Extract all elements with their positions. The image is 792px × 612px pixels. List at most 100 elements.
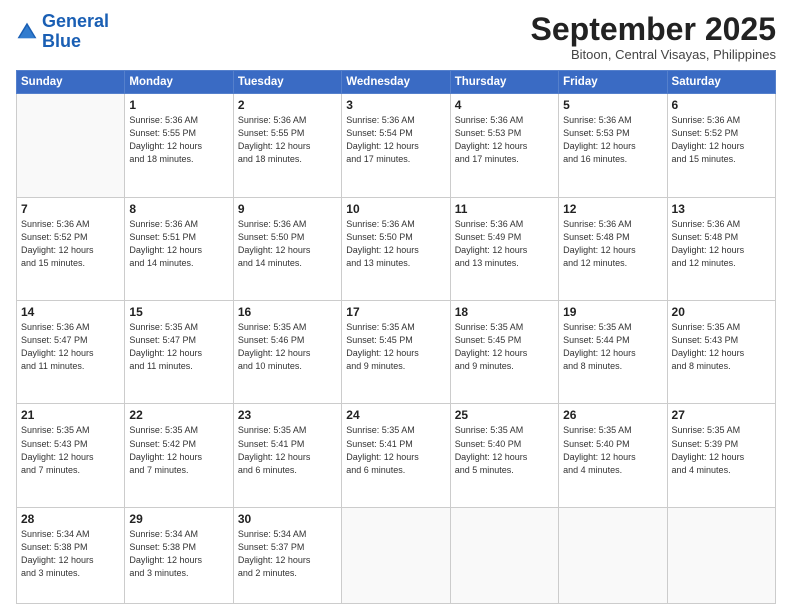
day-info: Sunrise: 5:36 AM Sunset: 5:53 PM Dayligh… <box>455 114 554 166</box>
calendar-week-2: 7Sunrise: 5:36 AM Sunset: 5:52 PM Daylig… <box>17 197 776 300</box>
calendar-cell: 3 Sunrise: 5:36 AM Sunset: 5:54 PM Daylig… <box>342 94 450 197</box>
logo-text: General Blue <box>42 12 109 52</box>
calendar-cell <box>450 507 558 603</box>
calendar-cell: 11Sunrise: 5:36 AM Sunset: 5:49 PM Dayli… <box>450 197 558 300</box>
logo-line2: Blue <box>42 31 81 51</box>
calendar-cell: 8 Sunrise: 5:36 AM Sunset: 5:51 PM Daylig… <box>125 197 233 300</box>
day-info: Sunrise: 5:34 AM Sunset: 5:38 PM Dayligh… <box>21 528 120 580</box>
day-info: Sunrise: 5:35 AM Sunset: 5:40 PM Dayligh… <box>455 424 554 476</box>
calendar-week-5: 28 Sunrise: 5:34 AM Sunset: 5:38 PM Dayli… <box>17 507 776 603</box>
day-number: 13 <box>672 202 771 216</box>
title-block: September 2025 Bitoon, Central Visayas, … <box>531 12 776 62</box>
weekday-header-sunday: Sunday <box>17 71 125 94</box>
day-info: Sunrise: 5:36 AM Sunset: 5:55 PM Dayligh… <box>238 114 337 166</box>
calendar-week-3: 14Sunrise: 5:36 AM Sunset: 5:47 PM Dayli… <box>17 301 776 404</box>
calendar-cell: 19 Sunrise: 5:35 AM Sunset: 5:44 PM Dayli… <box>559 301 667 404</box>
calendar-cell: 28 Sunrise: 5:34 AM Sunset: 5:38 PM Dayli… <box>17 507 125 603</box>
day-info: Sunrise: 5:34 AM Sunset: 5:37 PM Dayligh… <box>238 528 337 580</box>
calendar-cell: 22Sunrise: 5:35 AM Sunset: 5:42 PM Dayli… <box>125 404 233 507</box>
day-number: 28 <box>21 512 120 526</box>
calendar-cell: 26 Sunrise: 5:35 AM Sunset: 5:40 PM Dayli… <box>559 404 667 507</box>
calendar-cell: 6 Sunrise: 5:36 AM Sunset: 5:52 PM Daylig… <box>667 94 775 197</box>
calendar-week-1: 1 Sunrise: 5:36 AM Sunset: 5:55 PM Daylig… <box>17 94 776 197</box>
calendar-cell: 7Sunrise: 5:36 AM Sunset: 5:52 PM Daylig… <box>17 197 125 300</box>
calendar-cell: 9Sunrise: 5:36 AM Sunset: 5:50 PM Daylig… <box>233 197 341 300</box>
calendar-cell: 20 Sunrise: 5:35 AM Sunset: 5:43 PM Dayli… <box>667 301 775 404</box>
calendar-cell: 27 Sunrise: 5:35 AM Sunset: 5:39 PM Dayli… <box>667 404 775 507</box>
day-number: 3 <box>346 98 445 112</box>
day-info: Sunrise: 5:35 AM Sunset: 5:44 PM Dayligh… <box>563 321 662 373</box>
day-info: Sunrise: 5:34 AM Sunset: 5:38 PM Dayligh… <box>129 528 228 580</box>
day-info: Sunrise: 5:36 AM Sunset: 5:50 PM Dayligh… <box>346 218 445 270</box>
day-info: Sunrise: 5:36 AM Sunset: 5:54 PM Dayligh… <box>346 114 445 166</box>
day-info: Sunrise: 5:36 AM Sunset: 5:52 PM Dayligh… <box>21 218 120 270</box>
day-number: 24 <box>346 408 445 422</box>
weekday-header-row: SundayMondayTuesdayWednesdayThursdayFrid… <box>17 71 776 94</box>
day-info: Sunrise: 5:35 AM Sunset: 5:43 PM Dayligh… <box>672 321 771 373</box>
calendar-cell: 5Sunrise: 5:36 AM Sunset: 5:53 PM Daylig… <box>559 94 667 197</box>
calendar-cell: 13 Sunrise: 5:36 AM Sunset: 5:48 PM Dayli… <box>667 197 775 300</box>
calendar-cell: 29Sunrise: 5:34 AM Sunset: 5:38 PM Dayli… <box>125 507 233 603</box>
day-number: 19 <box>563 305 662 319</box>
day-info: Sunrise: 5:35 AM Sunset: 5:41 PM Dayligh… <box>346 424 445 476</box>
day-info: Sunrise: 5:36 AM Sunset: 5:48 PM Dayligh… <box>563 218 662 270</box>
calendar-cell: 17 Sunrise: 5:35 AM Sunset: 5:45 PM Dayli… <box>342 301 450 404</box>
day-number: 12 <box>563 202 662 216</box>
calendar-cell: 14Sunrise: 5:36 AM Sunset: 5:47 PM Dayli… <box>17 301 125 404</box>
day-info: Sunrise: 5:36 AM Sunset: 5:55 PM Dayligh… <box>129 114 228 166</box>
calendar-cell: 16 Sunrise: 5:35 AM Sunset: 5:46 PM Dayli… <box>233 301 341 404</box>
location-subtitle: Bitoon, Central Visayas, Philippines <box>531 47 776 62</box>
day-info: Sunrise: 5:36 AM Sunset: 5:48 PM Dayligh… <box>672 218 771 270</box>
day-info: Sunrise: 5:35 AM Sunset: 5:41 PM Dayligh… <box>238 424 337 476</box>
page: General Blue September 2025 Bitoon, Cent… <box>0 0 792 612</box>
weekday-header-thursday: Thursday <box>450 71 558 94</box>
calendar-cell: 18 Sunrise: 5:35 AM Sunset: 5:45 PM Dayli… <box>450 301 558 404</box>
day-number: 27 <box>672 408 771 422</box>
calendar-cell: 25 Sunrise: 5:35 AM Sunset: 5:40 PM Dayli… <box>450 404 558 507</box>
calendar-table: SundayMondayTuesdayWednesdayThursdayFrid… <box>16 70 776 604</box>
day-info: Sunrise: 5:35 AM Sunset: 5:45 PM Dayligh… <box>455 321 554 373</box>
logo-icon <box>16 21 38 43</box>
weekday-header-tuesday: Tuesday <box>233 71 341 94</box>
weekday-header-friday: Friday <box>559 71 667 94</box>
calendar-cell: 12 Sunrise: 5:36 AM Sunset: 5:48 PM Dayli… <box>559 197 667 300</box>
day-info: Sunrise: 5:35 AM Sunset: 5:40 PM Dayligh… <box>563 424 662 476</box>
day-number: 17 <box>346 305 445 319</box>
day-number: 14 <box>21 305 120 319</box>
calendar-cell: 10Sunrise: 5:36 AM Sunset: 5:50 PM Dayli… <box>342 197 450 300</box>
day-number: 6 <box>672 98 771 112</box>
calendar-cell <box>17 94 125 197</box>
calendar-cell: 15Sunrise: 5:35 AM Sunset: 5:47 PM Dayli… <box>125 301 233 404</box>
day-number: 4 <box>455 98 554 112</box>
weekday-header-saturday: Saturday <box>667 71 775 94</box>
calendar-cell: 30Sunrise: 5:34 AM Sunset: 5:37 PM Dayli… <box>233 507 341 603</box>
day-info: Sunrise: 5:35 AM Sunset: 5:46 PM Dayligh… <box>238 321 337 373</box>
logo-line1: General <box>42 11 109 31</box>
calendar-cell: 21Sunrise: 5:35 AM Sunset: 5:43 PM Dayli… <box>17 404 125 507</box>
day-number: 26 <box>563 408 662 422</box>
header: General Blue September 2025 Bitoon, Cent… <box>16 12 776 62</box>
calendar-cell <box>667 507 775 603</box>
logo: General Blue <box>16 12 109 52</box>
day-info: Sunrise: 5:35 AM Sunset: 5:45 PM Dayligh… <box>346 321 445 373</box>
calendar-body: 1 Sunrise: 5:36 AM Sunset: 5:55 PM Daylig… <box>17 94 776 604</box>
day-number: 16 <box>238 305 337 319</box>
day-number: 18 <box>455 305 554 319</box>
day-number: 2 <box>238 98 337 112</box>
day-info: Sunrise: 5:36 AM Sunset: 5:50 PM Dayligh… <box>238 218 337 270</box>
day-number: 8 <box>129 202 228 216</box>
day-number: 1 <box>129 98 228 112</box>
day-number: 25 <box>455 408 554 422</box>
calendar-cell: 4 Sunrise: 5:36 AM Sunset: 5:53 PM Daylig… <box>450 94 558 197</box>
day-info: Sunrise: 5:36 AM Sunset: 5:53 PM Dayligh… <box>563 114 662 166</box>
day-number: 15 <box>129 305 228 319</box>
day-info: Sunrise: 5:36 AM Sunset: 5:52 PM Dayligh… <box>672 114 771 166</box>
weekday-header-monday: Monday <box>125 71 233 94</box>
calendar-cell <box>559 507 667 603</box>
day-info: Sunrise: 5:36 AM Sunset: 5:51 PM Dayligh… <box>129 218 228 270</box>
day-number: 20 <box>672 305 771 319</box>
day-info: Sunrise: 5:35 AM Sunset: 5:43 PM Dayligh… <box>21 424 120 476</box>
day-info: Sunrise: 5:35 AM Sunset: 5:39 PM Dayligh… <box>672 424 771 476</box>
month-title: September 2025 <box>531 12 776 47</box>
calendar-cell: 23Sunrise: 5:35 AM Sunset: 5:41 PM Dayli… <box>233 404 341 507</box>
